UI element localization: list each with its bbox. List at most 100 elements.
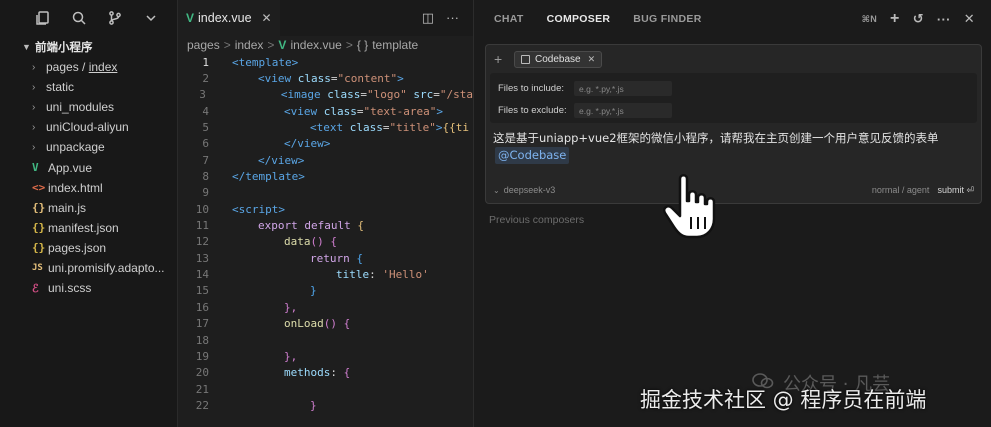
line-number: 14 <box>195 268 209 282</box>
line-number: 21 <box>195 382 209 396</box>
more-actions-icon[interactable]: ··· <box>937 12 951 27</box>
chevron-down-icon[interactable] <box>142 9 160 27</box>
history-icon[interactable]: ↺ <box>913 11 924 27</box>
code-editor: V index.vue ✕ ◫ ··· pages > index > V in… <box>178 0 473 427</box>
chevron-down-icon: ▼ <box>22 42 31 52</box>
chevron-right-icon: › <box>32 81 36 93</box>
breadcrumb-item[interactable]: pages <box>187 38 220 52</box>
chip-label: Codebase <box>535 53 581 65</box>
editor-actions: ◫ ··· <box>422 10 473 26</box>
tree-item-unicloud-aliyun[interactable]: › uniCloud-aliyun <box>0 117 177 137</box>
code-line: 3 <image class="logo" src="/sta <box>178 87 473 103</box>
tree-item-static[interactable]: › static <box>0 77 177 97</box>
context-row: + Codebase ✕ <box>486 45 981 73</box>
tree-item-uni-promisify[interactable]: JS uni.promisify.adapto... <box>0 258 177 278</box>
tree-item-label: manifest.json <box>48 220 119 235</box>
code-line: 17 onLoad() { <box>178 316 473 332</box>
chevron-right-icon: › <box>32 121 36 133</box>
tab-chat[interactable]: CHAT <box>494 13 524 25</box>
close-icon[interactable]: ✕ <box>262 11 272 25</box>
vue-file-icon: V <box>32 161 39 175</box>
file-explorer: ▼ 前端小程序 › pages / index › static › uni_m… <box>0 0 178 427</box>
tab-bug-finder[interactable]: BUG FINDER <box>633 13 701 25</box>
tree-item-label: static <box>46 80 75 95</box>
json-braces-icon: {} <box>32 221 46 235</box>
tree-item-label: main.js <box>48 200 87 215</box>
close-icon[interactable]: ✕ <box>964 11 975 27</box>
tree-item-label: App.vue <box>48 160 93 175</box>
add-context-icon[interactable]: + <box>494 51 508 67</box>
tree-item-manifest-json[interactable]: {} manifest.json <box>0 218 177 238</box>
chevron-right-icon: › <box>32 61 36 73</box>
shortcut-hint: ⌘N <box>861 13 878 24</box>
code-line: 12 data() { <box>178 234 473 250</box>
search-icon[interactable] <box>70 9 88 27</box>
exclude-input[interactable] <box>574 103 672 118</box>
line-number: 22 <box>195 398 209 412</box>
watermark-text: 掘金技术社区 @ 程序员在前端 <box>640 388 927 412</box>
line-number: 16 <box>195 300 209 314</box>
breadcrumb-separator: > <box>223 38 231 52</box>
line-number: 2 <box>202 72 209 86</box>
tree-item-uni-scss[interactable]: ℰ uni.scss <box>0 278 177 298</box>
line-number: 4 <box>202 104 209 118</box>
tree-item-label: uniCloud-aliyun <box>46 120 129 135</box>
composer-footer: ⌄ deepseek-v3 normal / agent submit ⏎ <box>486 182 981 198</box>
code-line: 1 <template> <box>178 54 473 70</box>
tree-item-index-html[interactable]: <> index.html <box>0 178 177 198</box>
line-number: 1 <box>202 55 209 69</box>
code-line: 13 return { <box>178 250 473 266</box>
ai-panel: CHAT COMPOSER BUG FINDER ⌘N + ↺ ··· ✕ + … <box>473 0 991 427</box>
tree-item-app-vue[interactable]: V App.vue <box>0 157 177 177</box>
vue-file-icon: V <box>278 38 287 52</box>
previous-composers-link[interactable]: Previous composers <box>489 214 584 226</box>
submit-button[interactable]: submit ⏎ <box>937 185 974 196</box>
chevron-down-icon: ⌄ <box>493 185 500 195</box>
files-icon[interactable] <box>34 9 52 27</box>
tree-item-main-js[interactable]: {} main.js <box>0 198 177 218</box>
tree-item-pages-index[interactable]: › pages / index <box>0 57 177 77</box>
model-selector[interactable]: deepseek-v3 <box>504 185 556 195</box>
editor-tabbar: V index.vue ✕ ◫ ··· <box>178 0 473 36</box>
include-label: Files to include: <box>498 83 565 94</box>
tree-item-unpackage[interactable]: › unpackage <box>0 137 177 157</box>
composer-box[interactable]: + Codebase ✕ Files to include: Files to … <box>485 44 982 204</box>
include-input[interactable] <box>574 81 672 96</box>
context-chip-codebase[interactable]: Codebase ✕ <box>514 50 603 68</box>
breadcrumb-item[interactable]: template <box>372 38 418 52</box>
tree-item-label: unpackage <box>46 140 105 155</box>
prompt-input[interactable]: 这是基于uniapp+vue2框架的微信小程序，请帮我在主页创建一个用户意见反馈… <box>486 123 981 164</box>
source-control-icon[interactable] <box>106 9 124 27</box>
chevron-right-icon: › <box>32 141 36 153</box>
line-number: 19 <box>195 349 209 363</box>
code-line: 19}, <box>178 348 473 364</box>
breadcrumb: pages > index > V index.vue > { } templa… <box>178 36 473 54</box>
breadcrumb-item[interactable]: index <box>235 38 264 52</box>
code-line: 8 </template> <box>178 168 473 184</box>
tab-index-vue[interactable]: V index.vue ✕ <box>178 0 280 36</box>
tree-item-label: uni.promisify.adapto... <box>48 260 165 275</box>
line-number: 3 <box>199 88 206 102</box>
line-number: 5 <box>202 121 209 135</box>
tree-item-label: pages / index <box>46 60 118 75</box>
code-area[interactable]: 1 <template> 2 <view class="content"> 3 <im… <box>178 54 473 414</box>
close-icon[interactable]: ✕ <box>588 54 596 65</box>
breadcrumb-item[interactable]: index.vue <box>290 38 341 52</box>
code-line: 6 </view> <box>178 136 473 152</box>
file-tree: ▼ 前端小程序 › pages / index › static › uni_m… <box>0 36 177 298</box>
code-line: 20 methods: { <box>178 365 473 381</box>
code-line: 22} <box>178 397 473 413</box>
hand-cursor-icon <box>663 174 716 239</box>
more-actions-icon[interactable]: ··· <box>446 10 459 26</box>
plus-icon[interactable]: + <box>890 10 900 28</box>
mention-codebase[interactable]: @Codebase <box>495 147 570 164</box>
split-editor-icon[interactable]: ◫ <box>422 10 434 26</box>
panel-actions: ⌘N + ↺ ··· ✕ <box>862 10 991 28</box>
code-line: 14 title: 'Hello' <box>178 266 473 282</box>
tree-item-pages-json[interactable]: {} pages.json <box>0 238 177 258</box>
project-root[interactable]: ▼ 前端小程序 <box>0 37 177 57</box>
mode-toggle[interactable]: normal / agent <box>872 185 930 195</box>
tree-item-uni-modules[interactable]: › uni_modules <box>0 97 177 117</box>
tab-composer[interactable]: COMPOSER <box>547 13 611 25</box>
code-line: 10 <script> <box>178 201 473 217</box>
